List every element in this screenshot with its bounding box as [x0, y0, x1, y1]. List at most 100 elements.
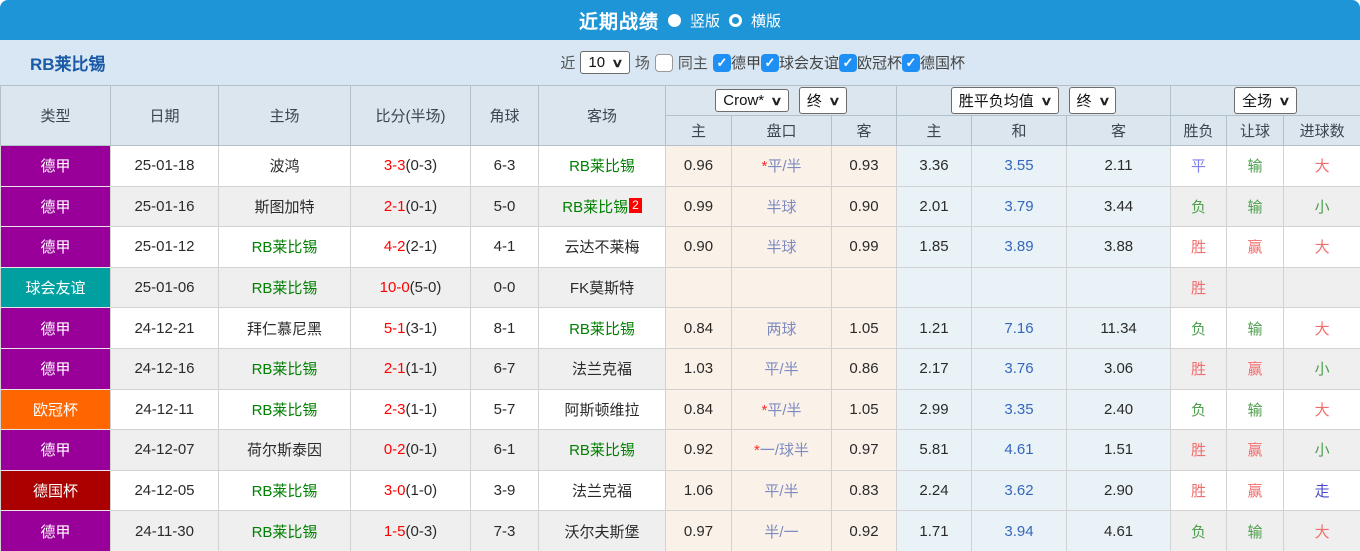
avg-odds-draw: 3.76 [971, 347, 1068, 390]
handicap-odds-home: 1.06 [665, 469, 732, 512]
chevron-down-icon: ∨ [1278, 93, 1291, 108]
page-title: 近期战绩 [578, 11, 659, 33]
radio-vertical-layout[interactable] [667, 13, 681, 27]
team-name: RB莱比锡 [30, 55, 106, 74]
match-type: 德甲 [0, 347, 111, 390]
col-header-home: 主场 [218, 85, 351, 146]
handicap-text: 一/球半 [759, 442, 809, 460]
handicap-time-select[interactable]: 终 ∨ [798, 87, 847, 114]
halftime-score: (1-0) [405, 482, 438, 500]
col-header-avg-draw: 和 [971, 115, 1068, 146]
radio-vertical-label[interactable]: 竖版 [690, 10, 720, 31]
handicap-result: 输 [1226, 510, 1285, 551]
match-row: 球会友谊 25-01-06 RB莱比锡 10-0(5-0) 0-0 FK莫斯特胜 [0, 266, 1360, 309]
handicap-result: 赢 [1226, 347, 1285, 390]
col-header-goals: 进球数 [1283, 115, 1360, 146]
avg-odds-away: 2.40 [1066, 388, 1172, 431]
chevron-down-icon: ∨ [1097, 93, 1111, 108]
match-date: 24-12-16 [110, 347, 219, 390]
avg-odds-draw: 3.89 [971, 226, 1068, 268]
avg-odds-draw: 7.16 [971, 307, 1068, 349]
halftime-score: (3-1) [405, 319, 438, 337]
handicap-text: 平/半 [767, 158, 802, 176]
league-filter: 欧冠杯 [838, 52, 902, 73]
radio-horizontal-layout[interactable] [729, 13, 742, 27]
avg-odds-home: 2.24 [896, 469, 973, 512]
home-team: 荷尔斯泰因 [218, 429, 351, 471]
match-date: 25-01-06 [110, 266, 219, 309]
handicap-result: 赢 [1226, 226, 1285, 268]
league-label: 欧冠杯 [856, 55, 902, 72]
avg-odds-home: 2.99 [896, 388, 973, 431]
fulltime-score: 10-0 [379, 279, 410, 297]
halftime-score: (2-1) [405, 238, 438, 256]
fulltime-score: 2-3 [383, 400, 406, 418]
goals-result: 小 [1283, 185, 1360, 228]
radio-horizontal-label[interactable]: 横版 [751, 10, 781, 31]
handicap-odds-away: 0.93 [830, 145, 898, 187]
fulltime-score: 2-1 [383, 360, 406, 378]
fulltime-score: 3-3 [383, 157, 406, 175]
bookmaker-select[interactable]: Crow* ∨ [715, 89, 789, 112]
score: 3-0(1-0) [350, 469, 471, 512]
match-result: 负 [1170, 307, 1228, 349]
match-result: 胜 [1170, 347, 1228, 390]
same-home-checkbox[interactable] [654, 53, 673, 72]
recent-count-select[interactable]: 10 ∨ [580, 51, 630, 74]
league-label: 球会友谊 [778, 55, 839, 72]
league-filter: 德甲 [712, 52, 761, 73]
away-team: 沃尔夫斯堡 [538, 510, 666, 551]
league-label: 德国杯 [919, 55, 965, 72]
goals-result: 小 [1283, 347, 1360, 390]
handicap-line: *平/半 [731, 145, 832, 187]
match-row: 德甲 24-12-07 荷尔斯泰因 0-2(0-1) 6-1 RB莱比锡 0.92 *一/球半… [0, 429, 1360, 471]
handicap-text: 两球 [766, 320, 797, 338]
goals-result: 走 [1283, 469, 1360, 512]
away-team: RB莱比锡 2 [538, 185, 666, 228]
handicap-result: 赢 [1226, 469, 1285, 512]
fulltime-score: 1-5 [383, 522, 406, 540]
goals-result: 大 [1283, 145, 1360, 187]
league-filter: 球会友谊 [760, 52, 839, 73]
handicap-line: 两球 [731, 307, 832, 349]
home-team: RB莱比锡 [218, 388, 351, 431]
match-type: 德国杯 [0, 469, 111, 512]
corner-count: 6-7 [470, 347, 539, 390]
fulltime-score: 0-2 [383, 441, 406, 459]
results-table: 类型 日期 主场 比分(半场) 角球 客场 Crow* ∨ 终 ∨ 胜平负均值 … [0, 85, 1360, 551]
handicap-select-group: Crow* ∨ 终 ∨ [664, 85, 898, 116]
match-date: 25-01-18 [110, 145, 219, 187]
handicap-odds-away: 0.83 [830, 469, 898, 512]
match-date: 24-12-07 [110, 429, 219, 471]
goals-result: 大 [1283, 388, 1360, 431]
scope-select[interactable]: 全场 ∨ [1234, 87, 1297, 114]
handicap-line: 半/一 [731, 510, 832, 551]
league-filters: 德甲球会友谊欧冠杯德国杯 [712, 52, 965, 73]
away-team: 云达不莱梅 [538, 226, 666, 268]
topbar: 近期战绩 竖版 横版 [0, 0, 1360, 40]
handicap-text: 平/半 [764, 361, 799, 379]
col-header-handicap-result: 让球 [1226, 115, 1285, 146]
home-team: RB莱比锡 [218, 469, 351, 512]
odds-select-group: 胜平负均值 ∨ 终 ∨ [896, 85, 1172, 116]
corner-count: 0-0 [470, 266, 539, 309]
filter-bar: RB莱比锡 近 10 ∨ 场 同主 德甲球会友谊欧冠杯德国杯 [0, 40, 1360, 85]
match-row: 德甲 25-01-12 RB莱比锡 4-2(2-1) 4-1 云达不莱梅 0.90 半球 0.9… [0, 226, 1360, 268]
league-checkbox[interactable] [712, 53, 731, 72]
odds-average-select[interactable]: 胜平负均值 ∨ [950, 87, 1059, 114]
col-header-away: 客场 [538, 85, 666, 146]
handicap-result: 输 [1226, 388, 1285, 431]
col-header-avg-away: 客 [1066, 115, 1172, 146]
away-team: 法兰克福 [538, 347, 666, 390]
corner-count: 3-9 [470, 469, 539, 512]
odds-time-select[interactable]: 终 ∨ [1068, 87, 1117, 114]
league-checkbox[interactable] [901, 53, 920, 72]
league-checkbox[interactable] [760, 53, 779, 72]
col-header-avg-home: 主 [896, 115, 973, 146]
handicap-line: *平/半 [731, 388, 832, 431]
match-date: 24-12-05 [110, 469, 219, 512]
home-team: RB莱比锡 [218, 347, 351, 390]
matches-label: 场 [634, 55, 650, 72]
score: 4-2(2-1) [350, 226, 471, 268]
league-checkbox[interactable] [838, 53, 857, 72]
